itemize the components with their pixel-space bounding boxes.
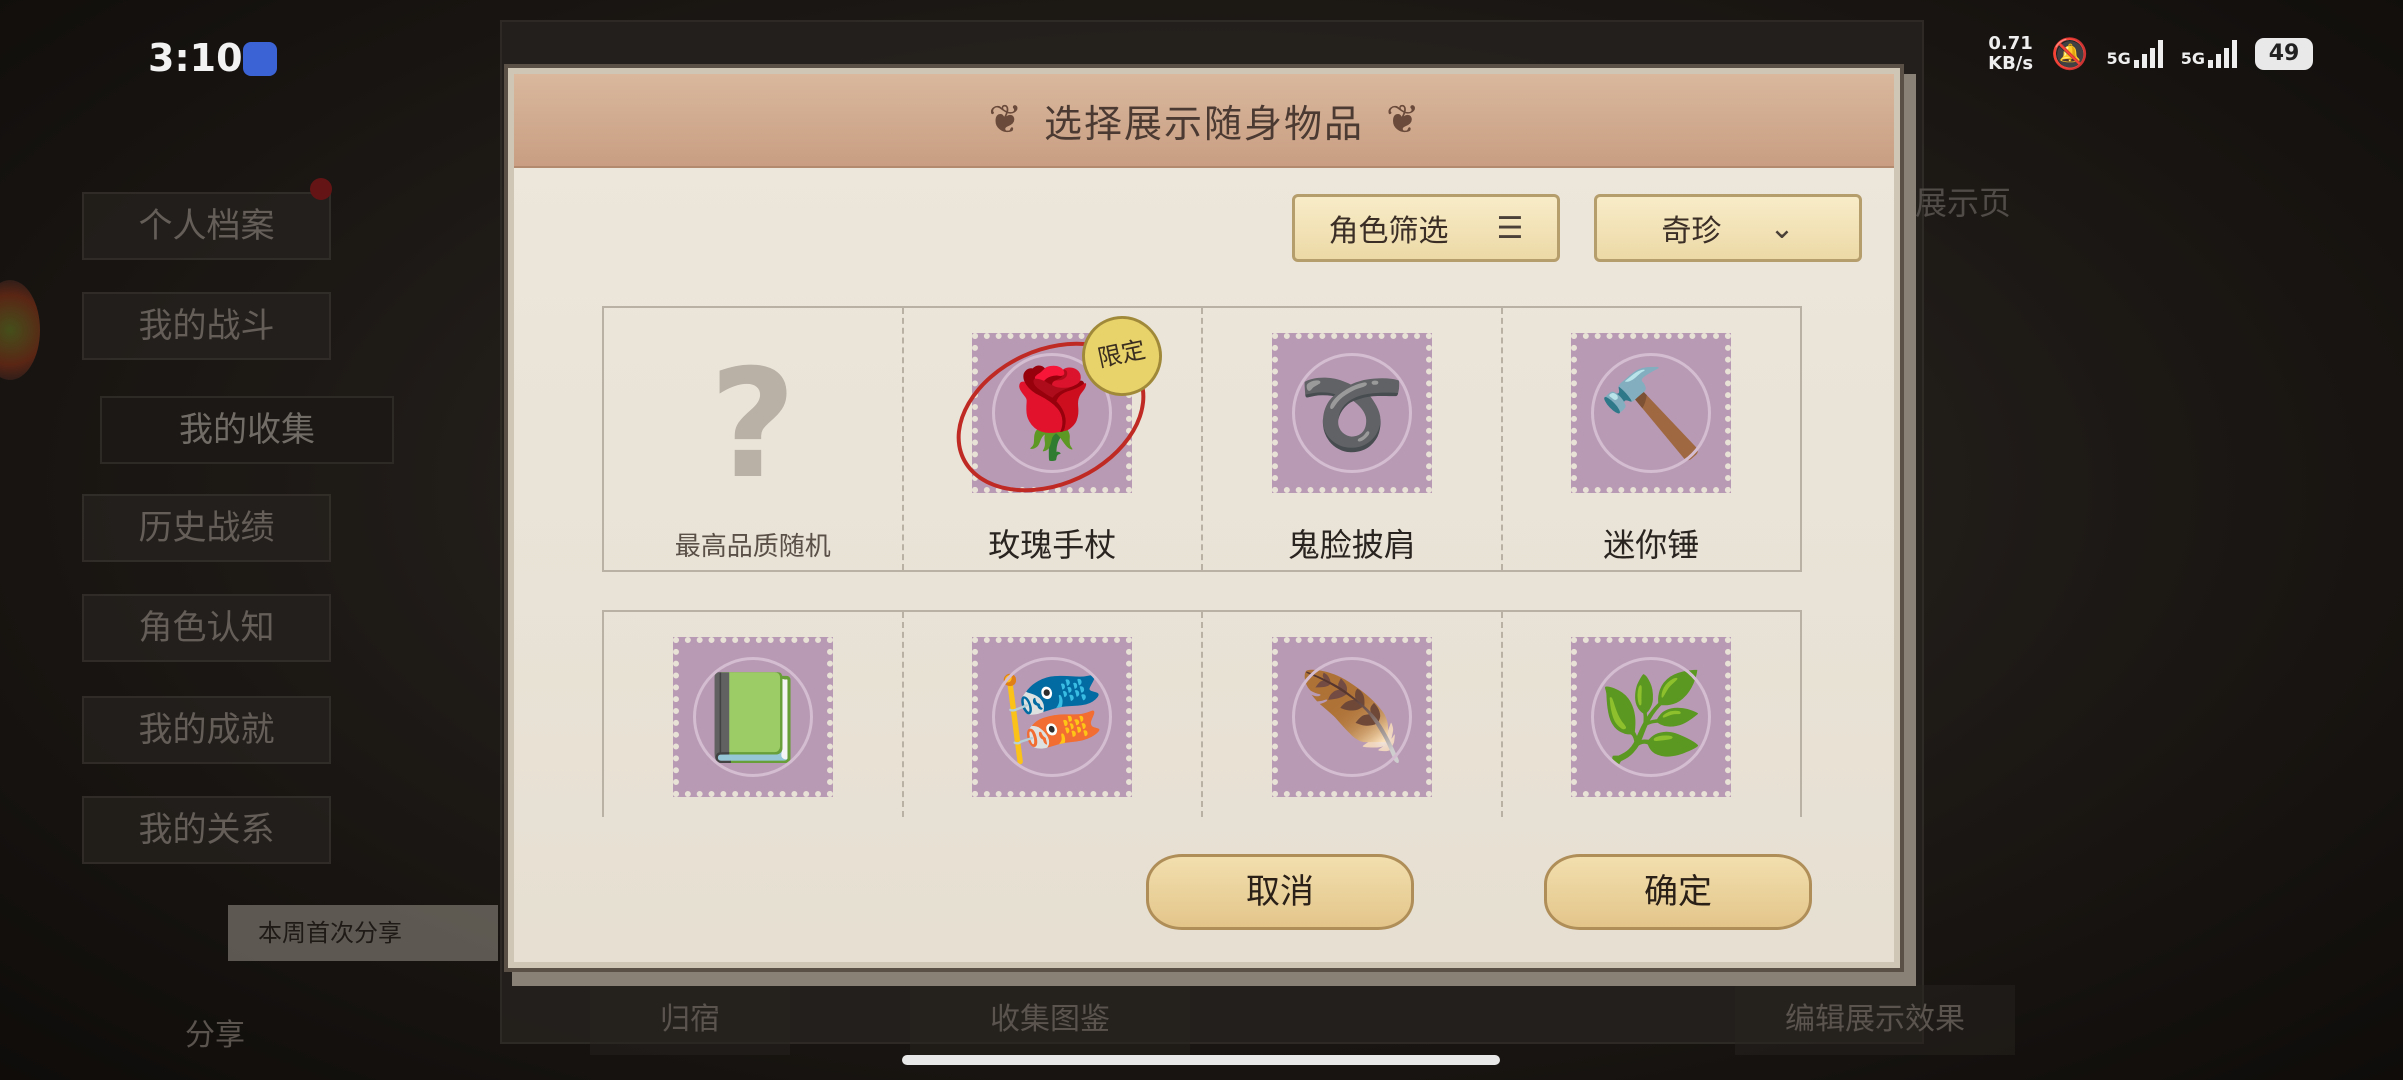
- feather-staff-icon: 🪶: [1271, 637, 1432, 797]
- golden-branch-icon: 🌿: [1571, 637, 1732, 797]
- red-banner-icon: 🎏: [972, 637, 1133, 797]
- item-golden-branch[interactable]: 🌿: [1503, 612, 1801, 817]
- role-filter-label: 角色筛选: [1328, 214, 1449, 249]
- signal-bars-icon: [2208, 40, 2237, 68]
- laurel-left-icon: ❦: [988, 97, 1022, 143]
- sim1-label: 5G: [2106, 49, 2131, 68]
- item-rose-cane[interactable]: 🌹 限定 玫瑰手杖: [904, 308, 1203, 570]
- question-mark-icon: ?: [709, 338, 797, 512]
- net-speed-unit: KB/s: [1988, 53, 2034, 74]
- network-speed: 0.71 KB/s: [1988, 34, 2033, 74]
- category-select[interactable]: 奇珍 ⌄: [1594, 194, 1862, 262]
- mini-hammer-icon: 🔨: [1571, 333, 1732, 493]
- sim2-label: 5G: [2180, 49, 2205, 68]
- item-random-best[interactable]: ? 最高品质随机: [604, 308, 904, 570]
- cancel-button[interactable]: 取消: [1146, 854, 1414, 930]
- laurel-right-icon: ❦: [1386, 97, 1420, 143]
- dialog-title: 选择展示随身物品: [1043, 101, 1364, 146]
- category-select-value: 奇珍: [1661, 214, 1722, 249]
- item-red-banner[interactable]: 🎏: [904, 612, 1203, 817]
- item-mini-hammer[interactable]: 🔨 迷你锤: [1503, 308, 1801, 570]
- list-icon: ☰: [1496, 210, 1524, 246]
- select-item-dialog: ❦ 选择展示随身物品 ❦ 角色筛选 ☰ 奇珍 ⌄ ? 最高品质随机 🌹 限定 玫…: [508, 68, 1900, 968]
- green-book-icon: 📗: [672, 637, 833, 797]
- chevron-down-icon: ⌄: [1769, 210, 1795, 246]
- status-time: 3:10: [148, 36, 243, 80]
- item-feather-staff[interactable]: 🪶: [1203, 612, 1503, 817]
- status-right: 0.71 KB/s 🔕 5G 5G 49: [1988, 34, 2313, 74]
- item-label: 鬼脸披肩: [1287, 526, 1416, 564]
- dialog-header: ❦ 选择展示随身物品 ❦: [514, 74, 1894, 168]
- battery-icon: 49: [2255, 38, 2313, 70]
- item-scarf[interactable]: ➰ 鬼脸披肩: [1203, 308, 1503, 570]
- signal-sim1: 5G: [2106, 40, 2163, 68]
- item-label: 最高品质随机: [674, 532, 831, 562]
- item-label: 玫瑰手杖: [988, 526, 1117, 564]
- confirm-button[interactable]: 确定: [1544, 854, 1812, 930]
- role-filter-button[interactable]: 角色筛选 ☰: [1292, 194, 1560, 262]
- item-label: 迷你锤: [1603, 526, 1700, 564]
- mute-bell-icon: 🔕: [2051, 36, 2089, 72]
- item-grid: ? 最高品质随机 🌹 限定 玫瑰手杖 ➰ 鬼脸披肩 🔨 迷你锤 📗 🎏 🪶 🌿: [602, 306, 1802, 855]
- app-notification-icon: [243, 42, 277, 76]
- item-green-book[interactable]: 📗: [604, 612, 904, 817]
- signal-bars-icon: [2133, 40, 2163, 68]
- home-indicator[interactable]: [902, 1055, 1500, 1065]
- scarf-icon: ➰: [1271, 333, 1432, 493]
- signal-sim2: 5G: [2181, 40, 2237, 68]
- net-speed-value: 0.71: [1988, 33, 2033, 54]
- item-row: ? 最高品质随机 🌹 限定 玫瑰手杖 ➰ 鬼脸披肩 🔨 迷你锤: [602, 306, 1802, 572]
- item-row: 📗 🎏 🪶 🌿: [602, 610, 1802, 817]
